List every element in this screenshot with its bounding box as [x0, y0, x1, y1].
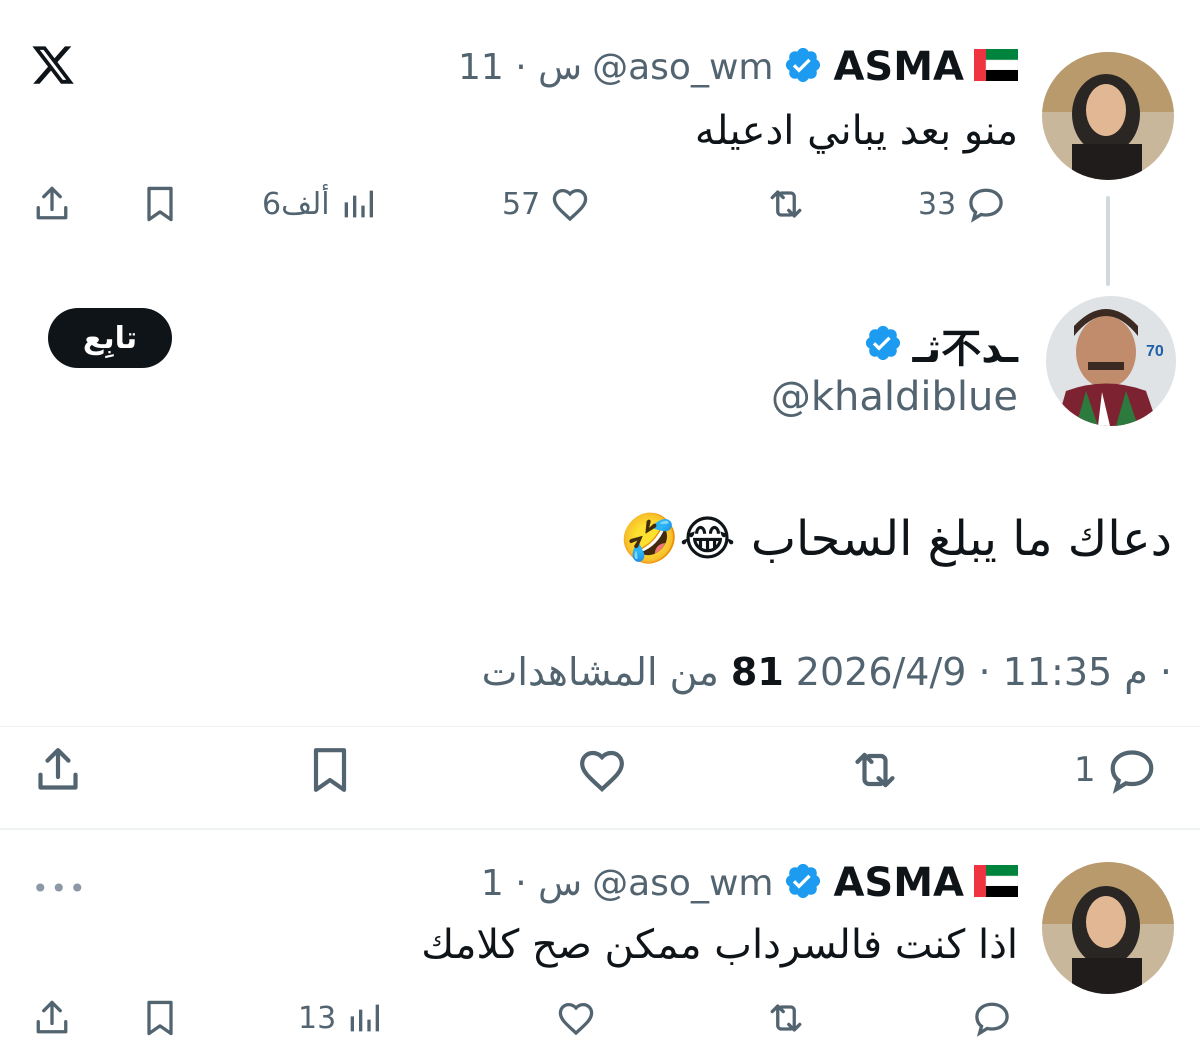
bookmark-icon: [313, 748, 347, 792]
repost-icon: [770, 190, 802, 218]
main-tweet-meta: من المشاهدات 81 2026/4/9 · 11:35 م ·: [482, 650, 1172, 694]
bookmark-icon: [147, 1000, 173, 1036]
reply-repost-button[interactable]: [762, 996, 810, 1040]
reply-views-count: 13: [298, 1000, 337, 1036]
repost-icon: [855, 752, 895, 788]
main-tweet-name[interactable]: ثـ不ـد: [913, 316, 1018, 374]
main-bookmark-button[interactable]: [302, 742, 358, 798]
share-icon: [36, 186, 68, 220]
avatar-asma-reply[interactable]: [1042, 862, 1174, 994]
tweet-timestamp[interactable]: 2026/4/9 · 11:35 م ·: [796, 650, 1172, 694]
parent-repost-button[interactable]: [762, 182, 810, 226]
main-reply-button[interactable]: 1: [1074, 742, 1160, 798]
reply-like-button[interactable]: [554, 996, 598, 1040]
parent-tweet-header: 11 · س @aso_wm ASMA: [458, 44, 1019, 90]
parent-like-button[interactable]: 57: [502, 182, 592, 226]
reply-tweet-name[interactable]: ASMA: [833, 860, 964, 906]
main-tweet-text: دعاك ما يبلغ السحاب 😂🤣: [619, 511, 1172, 567]
reply-share-button[interactable]: [30, 996, 74, 1040]
views-count: 81: [730, 650, 784, 694]
parent-reply-button[interactable]: 33: [918, 182, 1008, 226]
main-share-button[interactable]: [30, 742, 86, 798]
parent-tweet-time: 11 · س: [458, 46, 583, 88]
views-icon: [350, 1004, 380, 1032]
heart-icon: [558, 1002, 594, 1036]
svg-text:70: 70: [1146, 343, 1164, 360]
parent-tweet-handle[interactable]: @aso_wm: [592, 47, 773, 88]
parent-reply-count: 33: [918, 186, 957, 222]
reply-tweet-header: 1 · س @aso_wm ASMA: [480, 860, 1019, 906]
main-repost-button[interactable]: [844, 742, 906, 798]
reply-tweet-text: اذا كنت فالسرداب ممكن صح كلامك: [421, 922, 1018, 968]
share-icon: [38, 748, 78, 790]
avatar-asma[interactable]: [1042, 52, 1174, 180]
main-tweet-handle[interactable]: @khaldiblue: [771, 374, 1018, 420]
parent-share-button[interactable]: [30, 182, 74, 226]
share-icon: [36, 1000, 68, 1034]
parent-views-button[interactable]: 6ألف: [262, 182, 378, 226]
reply-tweet-handle[interactable]: @aso_wm: [592, 863, 773, 904]
main-reply-count: 1: [1074, 750, 1096, 790]
uae-flag-icon: [974, 49, 1019, 85]
parent-tweet-text: منو بعد يباني ادعيله: [694, 108, 1018, 154]
views-icon: [344, 190, 373, 218]
x-logo-icon[interactable]: [30, 42, 76, 88]
parent-tweet-name[interactable]: ASMA: [833, 44, 964, 90]
reply-bookmark-button[interactable]: [138, 996, 182, 1040]
thread-connector: [1106, 196, 1110, 286]
views-label: من المشاهدات: [481, 650, 719, 694]
divider: [0, 828, 1200, 830]
reply-reply-button[interactable]: [970, 996, 1014, 1040]
divider: [0, 726, 1200, 727]
uae-flag-icon: [974, 865, 1019, 901]
heart-icon: [552, 188, 588, 222]
verified-badge-icon: [783, 861, 823, 905]
heart-icon: [580, 750, 624, 792]
main-tweet-author: ثـ不ـد: [863, 316, 1018, 374]
main-like-button[interactable]: [574, 742, 630, 798]
avatar-khaldiblue[interactable]: 70: [1046, 296, 1176, 426]
reply-views-button[interactable]: 13: [298, 996, 384, 1040]
bookmark-icon: [147, 186, 173, 222]
verified-badge-icon: [783, 45, 823, 89]
parent-views-count: 6ألف: [262, 186, 330, 222]
more-options-icon[interactable]: •••: [32, 872, 88, 905]
follow-button[interactable]: تابِع: [48, 308, 172, 368]
reply-icon: [969, 188, 1003, 223]
reply-tweet-time: 1 · س: [480, 862, 583, 904]
verified-badge-icon: [863, 323, 903, 367]
repost-icon: [770, 1004, 802, 1032]
parent-bookmark-button[interactable]: [138, 182, 182, 226]
parent-like-count: 57: [502, 186, 541, 222]
reply-icon: [1110, 750, 1153, 794]
reply-icon: [975, 1002, 1009, 1037]
